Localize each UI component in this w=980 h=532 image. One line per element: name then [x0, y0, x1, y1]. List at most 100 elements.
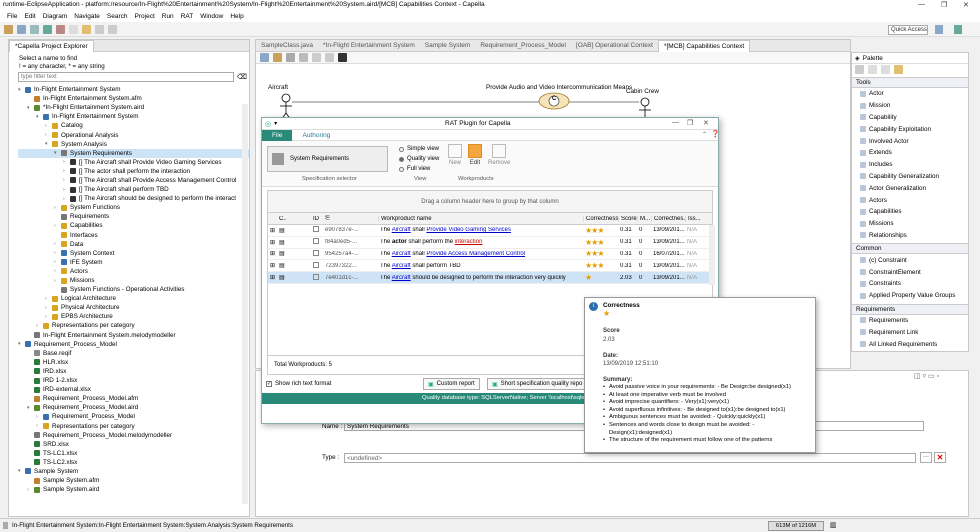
expand-icon[interactable]: › — [54, 259, 61, 265]
expand-icon[interactable]: › — [54, 250, 61, 256]
expand-icon[interactable]: › — [45, 314, 52, 320]
grid-scrollbar[interactable] — [709, 225, 715, 285]
correctness-stars[interactable]: ★★★ — [583, 226, 618, 235]
capella-perspective-icon[interactable] — [954, 25, 962, 34]
rat-collapse-icon[interactable]: ⌃ — [702, 131, 707, 138]
wp-term-link[interactable]: Aircraft — [392, 227, 411, 233]
tree-item[interactable]: › IFE System — [18, 258, 249, 267]
tree-item[interactable]: › Catalog — [18, 121, 249, 130]
editor-tab[interactable]: Sample System — [420, 40, 476, 52]
back-icon[interactable] — [95, 24, 104, 34]
col-header[interactable]: Iss... — [685, 215, 701, 222]
expand-icon[interactable]: › — [54, 268, 61, 274]
wp-term-link[interactable]: interaction — [455, 239, 483, 245]
table-row[interactable]: ⊞ ▤ 7e401d1c-... The Aircraft should be … — [268, 272, 712, 284]
correctness-stars[interactable]: ★★★ — [583, 249, 618, 258]
menu-item[interactable]: File — [7, 13, 17, 20]
menu-item[interactable]: Run — [162, 13, 174, 20]
palette-section[interactable]: Tools — [852, 77, 968, 88]
expand-icon[interactable]: › — [36, 423, 43, 429]
clear-filter-icon[interactable]: ⌫ — [237, 73, 247, 81]
tree-item[interactable]: › EPBS Architecture — [18, 312, 249, 321]
tree-item[interactable]: › [] The Aircraft shall perform TBD — [18, 185, 249, 194]
palette-section[interactable]: Common — [852, 243, 968, 255]
layout-icon[interactable] — [260, 53, 269, 62]
palette-tool[interactable]: Actor — [852, 88, 968, 100]
table-row[interactable]: ⊞ ▤ f84a0ed5-... The actor shall perform… — [268, 237, 712, 249]
tree-item[interactable]: Requirement_Process_Model.melodymodeller — [18, 431, 249, 440]
quality-view-radio[interactable] — [399, 156, 404, 162]
tree-item[interactable]: › [] The Aircraft should be designed to … — [18, 194, 249, 203]
aircraft-actor-head[interactable] — [281, 93, 291, 103]
quick-access-input[interactable]: Quick Access — [888, 25, 928, 35]
tree-item[interactable]: › [] The actor shall perform the interac… — [18, 167, 249, 176]
palette-tool[interactable]: All Linked Requirements — [852, 338, 968, 350]
tree-item[interactable]: › Operational Analysis — [18, 130, 249, 139]
expand-icon[interactable]: › — [63, 187, 70, 193]
tree-item[interactable]: In-Flight Entertainment System.afm — [18, 94, 249, 103]
maximize-icon[interactable]: ❐ — [941, 1, 947, 9]
palette-tool[interactable]: Capability — [852, 112, 968, 124]
full-view-radio[interactable] — [399, 166, 404, 172]
tree-item[interactable]: › Data — [18, 240, 249, 249]
menu-item[interactable]: Navigate — [74, 13, 100, 20]
palette-tool[interactable]: Relationships — [852, 230, 968, 242]
editor-tab[interactable]: *[MCB] Capabilities Context — [657, 39, 751, 52]
tree-item[interactable]: › Representations per category — [18, 321, 249, 330]
correctness-stars[interactable]: ★ — [583, 273, 618, 282]
select-tool-icon[interactable] — [855, 65, 864, 74]
forward-icon[interactable] — [108, 24, 117, 34]
expand-icon[interactable]: › — [36, 323, 43, 329]
expand-icon[interactable]: › — [54, 223, 61, 229]
rat-tab-file[interactable]: File — [262, 129, 293, 141]
delete-icon[interactable]: ✕ — [934, 452, 946, 463]
tree-item[interactable]: › [] The Aircraft shall Provide Access M… — [18, 176, 249, 185]
close-icon[interactable]: ✕ — [963, 1, 969, 9]
tree-item[interactable]: Requirement_Process_Model.afm — [18, 394, 249, 403]
explorer-scrollbar[interactable] — [242, 104, 248, 504]
palette-tool[interactable]: Includes — [852, 159, 968, 171]
palette-tool[interactable]: ConstraintElement — [852, 266, 968, 278]
expand-icon[interactable]: ▾ — [27, 105, 34, 111]
tree-item[interactable]: › Capabilities — [18, 221, 249, 230]
row-checkbox[interactable] — [313, 226, 319, 233]
menu-item[interactable]: Diagram — [43, 13, 68, 20]
browse-button[interactable]: ··· — [920, 452, 932, 463]
row-expand-icon[interactable]: ⊞ — [268, 227, 277, 234]
expand-icon[interactable]: › — [63, 196, 70, 202]
palette-tool[interactable]: Missions — [852, 218, 968, 230]
tree-item[interactable]: › System Context — [18, 249, 249, 258]
palette-tool[interactable]: Actors — [852, 194, 968, 206]
tree-item[interactable]: IRD-external.xlsx — [18, 385, 249, 394]
rich-text-checkbox[interactable]: ✓ — [266, 381, 272, 387]
expand-icon[interactable]: › — [36, 414, 43, 420]
zoom-tool-icon[interactable] — [868, 65, 877, 74]
rat-minimize-icon[interactable]: — — [672, 119, 679, 126]
expand-icon[interactable]: ▾ — [18, 341, 25, 347]
rat-maximize-icon[interactable]: ❐ — [687, 119, 693, 127]
tree-item[interactable]: SRD.xlsx — [18, 440, 249, 449]
col-header[interactable]: M... — [637, 215, 651, 222]
col-header[interactable]: Correctness — [583, 215, 618, 222]
row-expand-icon[interactable]: ⊞ — [268, 239, 277, 246]
expand-icon[interactable]: › — [45, 296, 52, 302]
col-header[interactable]: Workproduct name — [378, 215, 583, 222]
gc-icon[interactable]: ▥ — [830, 521, 837, 529]
palette-tool[interactable]: Constraints — [852, 278, 968, 290]
tree-item[interactable]: Interfaces — [18, 231, 249, 240]
row-checkbox[interactable] — [313, 261, 319, 268]
wp-term-link[interactable]: Provide Access Management Control — [426, 251, 525, 257]
table-row[interactable]: ⊞ ▤ 954257a4-... The Aircraft shall Prov… — [268, 249, 712, 261]
wp-term-link[interactable]: Aircraft — [392, 275, 411, 281]
palette-tool[interactable]: Mission — [852, 100, 968, 112]
editor-tab[interactable]: [OAB] Operational Context — [571, 40, 658, 52]
tree-item[interactable]: › Sample System.aird — [18, 485, 249, 494]
palette-tool[interactable]: Requirement Link — [852, 326, 968, 338]
tree-item[interactable]: › Actors — [18, 267, 249, 276]
menu-item[interactable]: Help — [230, 13, 243, 20]
palette-tool[interactable]: Capability Exploitation — [852, 123, 968, 135]
table-row[interactable]: ⊞ ▤ 72397322... The Aircraft shall perfo… — [268, 260, 712, 273]
tree-item[interactable]: IRD.xlsx — [18, 367, 249, 376]
expand-icon[interactable]: › — [45, 132, 52, 138]
expand-icon[interactable]: ▾ — [45, 141, 52, 147]
